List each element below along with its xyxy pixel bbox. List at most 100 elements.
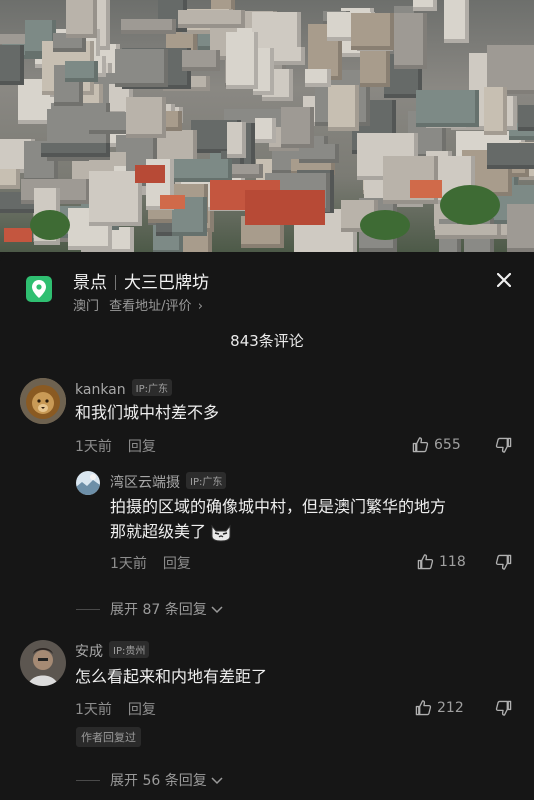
dislike-button[interactable] [495,554,512,571]
building-shape [66,0,98,38]
building-shape [351,12,394,51]
reply-button[interactable]: 回复 [163,556,191,572]
building-shape [88,171,142,226]
close-button[interactable] [492,268,516,292]
ip-badge: IP:广东 [131,379,172,396]
like-count: 212 [437,699,464,716]
building-shape [517,104,534,131]
ip-badge: IP:广东 [186,472,227,489]
comment-count: 843条评论 [230,332,304,350]
like-button[interactable]: 212 [415,699,464,716]
building-shape [416,90,479,127]
dislike-button[interactable] [495,437,512,454]
building-shape [486,142,534,170]
building-shape [182,50,221,71]
thumbs-down-icon [495,554,512,570]
comment-text: 和我们城中村差不多 [75,403,220,422]
expand-text: 展开 87 条回复 [110,602,207,618]
avatar[interactable] [76,471,100,495]
dislike-button[interactable] [495,700,512,717]
building-shape [0,44,24,85]
poi-category: 景点 [73,273,107,293]
poi-subtitle[interactable]: 澳门 查看地址/评价 › [73,295,203,314]
close-icon [497,273,511,287]
comment-text-line: 那就超级美了 [110,519,520,544]
title-divider [115,275,116,290]
tree-shape [30,210,70,240]
like-count: 118 [439,553,466,570]
username-text: kankan [75,382,126,398]
reply-button[interactable]: 回复 [128,439,156,455]
comment-text-line: 拍摄的区域的确像城中村，但是澳门繁华的地方 [110,497,447,516]
building-shape [121,19,176,34]
building-shape [115,49,169,88]
reply-button[interactable]: 回复 [128,702,156,718]
building-shape [328,85,359,131]
building-shape [304,68,332,87]
poi-name: 大三巴牌坊 [124,273,209,293]
expand-text: 展开 56 条回复 [110,773,207,789]
poi-city: 澳门 [73,299,100,314]
building-shape [483,86,507,136]
expand-divider [76,779,100,781]
red-roof-shape [135,165,165,183]
comment-username[interactable]: kankan IP:广东 [75,379,172,398]
comment-time: 1天前 [75,702,112,718]
expand-divider [76,608,100,610]
building-shape [0,169,20,190]
building-shape [444,0,470,43]
building-shape [64,61,99,83]
building-shape [163,111,183,131]
username-text: 安成 [75,644,103,660]
building-shape [393,12,427,69]
author-replied-badge: 作者回复过 [76,727,141,747]
building-shape [434,223,502,240]
like-count: 655 [434,436,461,453]
building-shape [41,142,111,158]
like-button[interactable]: 655 [412,436,461,453]
username-text: 湾区云端摄 [110,475,180,491]
red-roof-shape [4,228,32,242]
red-roof-shape [410,180,442,198]
building-shape [226,121,247,158]
building-shape [178,9,246,28]
tree-shape [440,185,500,225]
comment-meta: 1天前 回复 [110,553,191,573]
tree-shape [360,210,410,240]
avatar[interactable] [20,378,66,424]
red-roof-shape [245,190,325,225]
comment-text: 怎么看起来和内地有差距了 [75,667,268,686]
comment-text: 拍摄的区域的确像城中村，但是澳门繁华的地方 那就超级美了 [110,494,520,544]
comment-text-span: 那就超级美了 [110,522,207,541]
building-shape [280,107,314,149]
thumbs-up-icon [412,437,429,453]
comment-time: 1天前 [75,439,112,455]
building-shape [174,158,232,183]
avatar[interactable] [20,640,66,686]
thumbs-down-icon [495,437,512,453]
building-shape [412,0,438,11]
like-button[interactable]: 118 [417,553,466,570]
location-pin-icon[interactable] [26,276,52,302]
thumbs-up-icon [417,554,434,570]
chevron-down-icon [211,606,223,614]
building-shape [125,96,166,139]
expand-replies-button[interactable]: 展开 56 条回复 [76,770,224,790]
comment-time: 1天前 [110,556,147,572]
poi-title[interactable]: 景点 大三巴牌坊 [73,268,209,293]
poi-link[interactable]: 查看地址/评价 [109,299,191,314]
expand-replies-button[interactable]: 展开 87 条回复 [76,599,224,619]
cat-emoji-icon [210,522,232,542]
comment-username[interactable]: 安成 IP:贵州 [75,641,150,661]
building-shape [255,117,277,144]
comment-meta: 1天前 回复 [75,436,156,456]
chevron-right-icon: › [197,299,203,314]
building-shape [226,32,259,89]
chevron-down-icon [211,777,223,785]
ip-badge: IP:贵州 [109,641,150,658]
comment-username[interactable]: 湾区云端摄 IP:广东 [110,472,227,492]
thumbs-up-icon [415,700,432,716]
thumbs-down-icon [495,700,512,716]
red-roof-shape [160,195,185,209]
comment-meta: 1天前 回复 [75,699,156,719]
